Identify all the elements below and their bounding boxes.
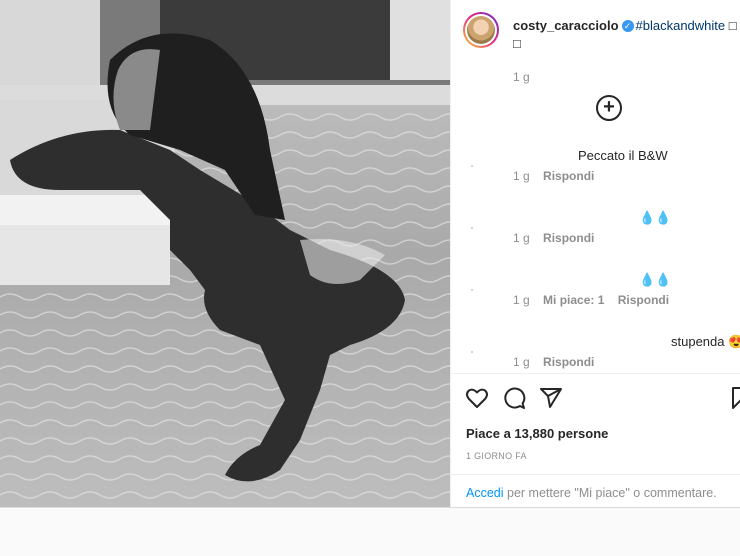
comments-panel: costy_caracciolo ✓ #blackandwhite □ □ 1 g …: [450, 0, 740, 507]
post-photo[interactable]: [0, 0, 450, 507]
comment-time: 1 g: [513, 231, 530, 245]
comment-meta: 1 g Rispondi: [513, 231, 604, 245]
action-bar: [465, 386, 740, 412]
login-prompt: Accedi per mettere "Mi piace" o commenta…: [466, 486, 717, 500]
comment-item: Peccato il B&W 1 g Rispondi: [451, 147, 740, 207]
comment-time: 1 g: [513, 293, 530, 307]
comment-item: 💧💧 1 g Rispondi: [451, 209, 740, 269]
login-prompt-text: per mettere "Mi piace" o commentare.: [503, 486, 717, 500]
comment-item: 💧💧 1 g Mi piace: 1 Rispondi: [451, 271, 740, 331]
post-container: costy_caracciolo ✓ #blackandwhite □ □ 1 g …: [0, 0, 740, 508]
caption: costy_caracciolo ✓ #blackandwhite □: [513, 17, 737, 35]
comment-text: 💧💧: [639, 272, 672, 287]
pool-photo-image: [0, 0, 450, 507]
comment-meta: 1 g Rispondi: [513, 355, 604, 369]
comment-item: stupenda 😍 1 g Rispondi: [451, 333, 740, 393]
verified-badge-icon: ✓: [621, 19, 634, 32]
reply-button[interactable]: Rispondi: [618, 293, 669, 307]
comment-time: 1 g: [513, 169, 530, 183]
hashtag-link[interactable]: #blackandwhite: [636, 18, 726, 33]
post-date: 1 GIORNO FA: [466, 451, 527, 461]
comment-text: stupenda 😍: [671, 334, 740, 349]
reply-button[interactable]: Rispondi: [543, 169, 594, 183]
reply-button[interactable]: Rispondi: [543, 231, 594, 245]
avatar[interactable]: [463, 12, 499, 48]
comment-meta: 1 g Mi piace: 1 Rispondi: [513, 293, 679, 307]
username-link[interactable]: costy_caracciolo: [513, 18, 619, 33]
comment-likes-button[interactable]: Mi piace: 1: [543, 293, 604, 307]
comment-time: 1 g: [513, 355, 530, 369]
login-link[interactable]: Accedi: [466, 486, 504, 500]
divider: [451, 474, 740, 475]
comment-text: Peccato il B&W: [578, 148, 668, 163]
comment-meta: 1 g Rispondi: [513, 169, 604, 183]
share-icon[interactable]: [539, 386, 563, 410]
comment-text: 💧💧: [639, 210, 672, 225]
caption-time: 1 g: [513, 70, 530, 84]
post-header: costy_caracciolo ✓ #blackandwhite □ □ 1 g: [463, 12, 740, 84]
likes-count[interactable]: Piace a 13,880 persone: [466, 426, 608, 441]
comment-icon[interactable]: [502, 386, 526, 410]
reply-button[interactable]: Rispondi: [543, 355, 594, 369]
caption-emoji: □: [728, 18, 737, 33]
save-bookmark-icon[interactable]: [729, 386, 740, 410]
load-more-comments-icon[interactable]: +: [596, 95, 622, 121]
heart-icon[interactable]: [465, 386, 489, 410]
caption-line-2: □: [513, 36, 521, 51]
divider: [451, 373, 740, 374]
